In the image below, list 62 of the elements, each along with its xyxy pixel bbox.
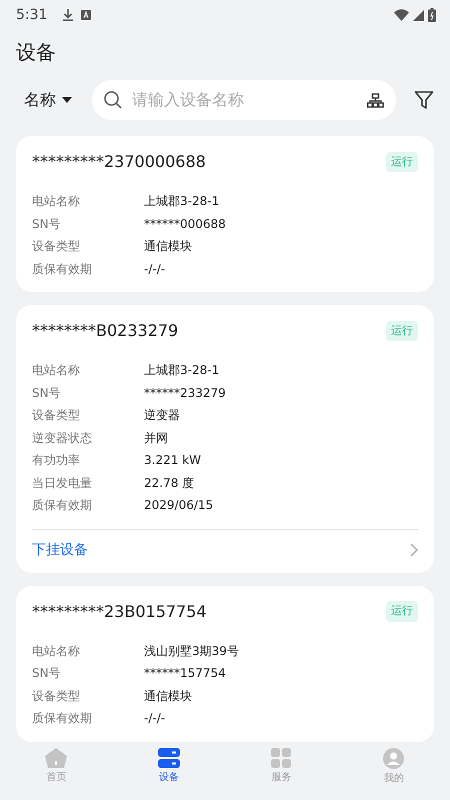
sub-devices-link[interactable]: 下挂设备	[32, 540, 88, 560]
field-value: 浅山别墅3期39号	[144, 642, 239, 660]
field-value: -/-/-	[144, 710, 166, 727]
nav-tab[interactable]: 我的	[338, 744, 450, 800]
field-value: 2029/06/15	[144, 497, 214, 514]
field-value: ******157754	[144, 665, 226, 682]
status-tag: 运行	[386, 152, 418, 172]
field-value: 22.78 度	[144, 474, 194, 492]
field-label: 电站名称	[32, 362, 81, 379]
filter-icon[interactable]	[414, 90, 434, 110]
grid-icon	[271, 748, 292, 768]
field-value: 逆变器	[144, 407, 180, 424]
field-value: -/-/-	[144, 260, 166, 278]
nav-tab[interactable]: 设备	[112, 744, 225, 800]
field-value: ******000688	[144, 216, 226, 232]
battery-icon	[428, 8, 436, 22]
name-filter-dropdown[interactable]: 名称	[24, 88, 72, 112]
field-label: 质保有效期	[32, 497, 93, 514]
keyboard-icon	[81, 10, 92, 20]
clock: 5:31	[16, 6, 48, 24]
device-card[interactable]: *********2370000688 运行 电站名称 上城郡3-28-1 SN号 ******000688 设备类型 通信模块 质保有效期 -/-/-	[16, 136, 434, 292]
hierarchy-icon[interactable]	[367, 92, 384, 108]
field-value: 3.221 kW	[144, 452, 201, 469]
field-label: 逆变器状态	[32, 430, 93, 446]
field-label: 电站名称	[32, 642, 81, 660]
nav-tab[interactable]: 首页	[0, 744, 112, 800]
field-label: 质保有效期	[32, 260, 93, 278]
field-label: 有功功率	[32, 452, 81, 469]
field-value: 上城郡3-28-1	[144, 362, 220, 379]
search-icon	[104, 91, 122, 109]
field-value: 上城郡3-28-1	[144, 193, 220, 210]
field-label: 设备类型	[32, 688, 81, 704]
field-value: 通信模块	[144, 238, 192, 255]
device-card[interactable]: ********B0233279 运行 电站名称 上城郡3-28-1 SN号 ******233279 设备类型 逆变器 逆变器状态 并网 有功功率 3.221 kW 当日发电量 22.78 度 质保有效期 2029/06/15 下挂设备	[16, 305, 434, 572]
field-label: 电站名称	[32, 193, 81, 210]
field-label: 当日发电量	[32, 474, 93, 492]
device-card[interactable]: *********23B0157754 运行 电站名称 浅山别墅3期39号 SN号 ******157754 设备类型 通信模块 质保有效期 -/-/-	[16, 586, 434, 742]
field-label: 设备类型	[32, 407, 81, 424]
user-icon	[383, 748, 404, 769]
field-label: SN号	[32, 384, 62, 402]
signal-icon	[413, 10, 424, 20]
server-icon	[158, 748, 180, 768]
field-value: ******233279	[144, 384, 226, 402]
field-label: SN号	[32, 665, 62, 682]
status-tag: 运行	[386, 320, 418, 342]
device-name: ********B0233279	[32, 320, 178, 342]
download-icon	[63, 9, 74, 21]
caret-icon	[62, 97, 72, 103]
field-label: SN号	[32, 216, 62, 232]
status-tag: 运行	[386, 601, 418, 622]
nav-tab[interactable]: 服务	[225, 744, 338, 800]
search-bar[interactable]: 请输入设备名称	[92, 80, 396, 120]
wifi-icon	[394, 9, 409, 21]
device-name: *********23B0157754	[32, 600, 207, 622]
field-value: 并网	[144, 430, 168, 446]
device-name: *********2370000688	[32, 151, 206, 173]
page-title: 设备	[15, 39, 57, 64]
search-input[interactable]: 请输入设备名称	[130, 87, 359, 113]
home-icon	[45, 748, 68, 768]
field-label: 质保有效期	[32, 710, 93, 727]
field-value: 通信模块	[144, 688, 192, 704]
field-label: 设备类型	[32, 238, 81, 255]
